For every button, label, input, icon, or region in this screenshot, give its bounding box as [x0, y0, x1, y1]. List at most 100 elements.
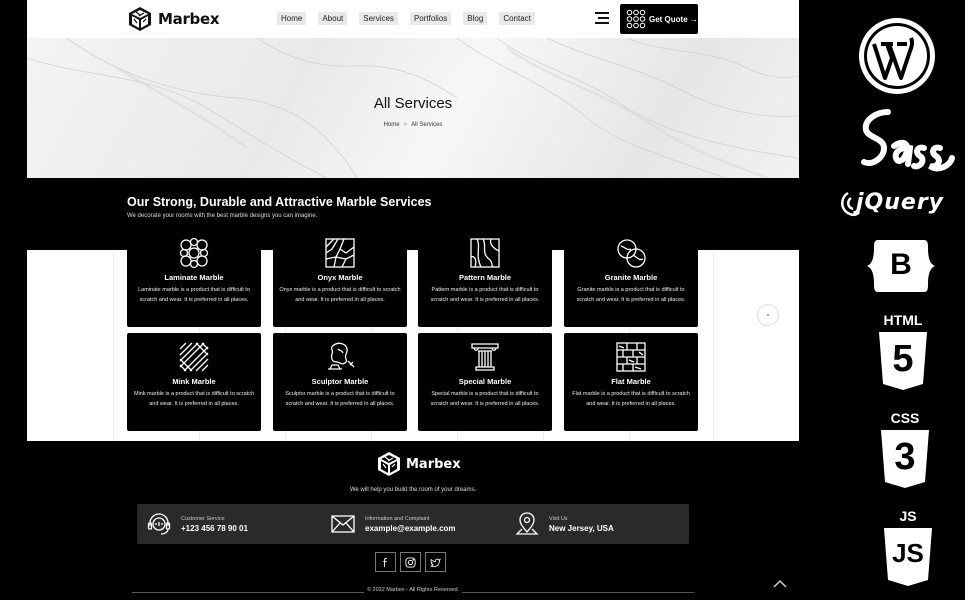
contact-label: Customer Service — [181, 515, 225, 522]
card-description: Special marble is a product that is diff… — [430, 391, 540, 407]
js-label: JS — [899, 508, 917, 524]
jquery-logo: jQuery — [838, 190, 958, 218]
nav-home[interactable]: Home — [277, 12, 307, 25]
css3-label: CSS — [890, 410, 920, 426]
contact-label: Visit Us — [549, 515, 568, 522]
sculptor-marble-icon — [328, 342, 355, 370]
service-card-mink[interactable]: Mink Marble Mink marble is a product tha… — [127, 333, 261, 431]
card-description: Onyx marble is a product that is difficu… — [279, 287, 401, 303]
marble-cube-logo-icon — [129, 7, 151, 31]
page-title: All Services — [373, 95, 453, 112]
website-preview: Marbex Home About Services Portfolios Bl… — [27, 0, 799, 600]
footer-brand-name: Marbex — [406, 456, 461, 472]
nav-about[interactable]: About — [318, 12, 348, 25]
hamburger-menu-icon[interactable] — [595, 12, 609, 24]
wordpress-logo — [857, 16, 937, 96]
page-hero: All Services Home > All Services — [27, 38, 799, 178]
breadcrumb-separator: > — [403, 122, 408, 128]
service-card-granite[interactable]: Granite Marble Granite marble is a produ… — [564, 229, 698, 327]
contact-value: New Jersey, USA — [549, 523, 614, 533]
granite-marble-icon — [617, 239, 646, 268]
contact-value: +123 456 78 90 01 — [181, 523, 248, 533]
js-digit: JS — [892, 538, 924, 568]
html5-digit: 5 — [892, 338, 914, 380]
headset-icon — [147, 513, 171, 535]
card-title: Laminate Marble — [164, 273, 224, 282]
contact-bar: Customer Service +123 456 78 90 01 Infor… — [137, 504, 689, 544]
service-card-flat[interactable]: Flat Marble Flat marble is a product tha… — [564, 333, 698, 431]
footer-logo[interactable]: Marbex — [376, 451, 461, 477]
breadcrumb: Home > All Services — [27, 122, 799, 128]
css3-logo: CSS 3 — [879, 410, 931, 490]
breadcrumb-current: All Services — [411, 122, 443, 128]
service-card-laminate[interactable]: Laminate Marble Laminate marble is a pro… — [127, 229, 261, 327]
breadcrumb-home[interactable]: Home — [384, 122, 400, 128]
nav-blog[interactable]: Blog — [463, 12, 488, 25]
bootstrap-logo: B — [866, 238, 936, 294]
wordpress-icon — [859, 18, 935, 94]
flat-marble-icon — [616, 342, 646, 372]
instagram-icon — [405, 556, 416, 568]
html5-label: HTML — [883, 312, 923, 328]
twitter-link[interactable] — [425, 552, 446, 572]
grid-divider — [713, 250, 714, 441]
card-title: Pattern Marble — [458, 273, 512, 282]
facebook-icon — [383, 557, 387, 567]
dots-grid-icon — [626, 9, 646, 29]
card-description: Flat marble is a product that is difficu… — [572, 391, 690, 407]
contact-label: Information and Complaint — [365, 515, 430, 522]
js-logo: JS JS — [882, 508, 934, 588]
card-title: Special Marble — [458, 377, 512, 386]
brand-logo[interactable]: Marbex — [127, 5, 220, 33]
brand-name: Marbex — [158, 10, 220, 28]
mink-marble-icon — [179, 342, 209, 372]
mail-icon — [331, 515, 355, 533]
card-title: Mink Marble — [172, 377, 216, 386]
pattern-marble-icon — [470, 238, 500, 268]
service-card-sculptor[interactable]: Sculptor Marble Sculptor marble is a pro… — [273, 333, 407, 431]
onyx-marble-icon — [325, 238, 355, 268]
laminate-marble-icon — [179, 237, 209, 269]
sass-logo — [858, 106, 956, 182]
bootstrap-letter: B — [890, 248, 912, 281]
main-menu: Home About Services Portfolios Blog Cont… — [277, 12, 535, 25]
card-title: Sculptor Marble — [311, 377, 369, 386]
css3-digit: 3 — [894, 436, 916, 478]
service-card-special[interactable]: Special Marble Special marble is a produ… — [418, 333, 552, 431]
instagram-link[interactable] — [400, 552, 421, 572]
card-title: Flat Marble — [611, 377, 651, 386]
nav-contact[interactable]: Contact — [499, 12, 535, 25]
services-title: Our Strong, Durable and Attractive Marbl… — [127, 195, 432, 209]
card-title: Onyx Marble — [317, 273, 363, 282]
facebook-link[interactable] — [375, 552, 396, 572]
sass-icon — [861, 109, 955, 172]
chevron-up-icon[interactable] — [773, 579, 787, 589]
nav-services[interactable]: Services — [359, 12, 398, 25]
html5-logo: HTML 5 — [877, 312, 929, 392]
slider-next-button[interactable] — [757, 304, 779, 326]
card-description: Laminate marble is a product that is dif… — [138, 287, 250, 303]
nav-portfolios[interactable]: Portfolios — [409, 12, 452, 25]
service-card-pattern[interactable]: Pattern Marble Pattern marble is a produ… — [418, 229, 552, 327]
contact-information[interactable]: Information and Complaint example@exampl… — [331, 504, 456, 544]
jquery-label: jQuery — [856, 190, 945, 215]
card-description: Mink marble is a product that is difficu… — [133, 391, 255, 407]
social-links — [375, 552, 446, 572]
copyright-text: © 2022 Marbex - All Rights Reserved. — [27, 587, 799, 593]
special-marble-icon — [471, 343, 499, 371]
card-title: Granite Marble — [604, 273, 658, 282]
card-description: Granite marble is a product that is diff… — [576, 287, 686, 303]
twitter-icon — [430, 557, 441, 567]
contact-visit-us[interactable]: Visit Us New Jersey, USA — [515, 504, 614, 544]
contact-value: example@example.com — [365, 523, 456, 533]
card-description: Pattern marble is a product that is diff… — [430, 287, 540, 303]
grid-divider — [113, 250, 114, 441]
map-pin-icon — [515, 512, 539, 535]
get-quote-button[interactable]: Get Quote → — [620, 4, 698, 34]
navbar: Marbex Home About Services Portfolios Bl… — [27, 0, 799, 38]
services-subtitle: We decorate your rooms with the best mar… — [127, 213, 318, 219]
get-quote-label: Get Quote → — [649, 14, 698, 24]
service-card-onyx[interactable]: Onyx Marble Onyx marble is a product tha… — [273, 229, 407, 327]
contact-customer-service[interactable]: Customer Service +123 456 78 90 01 — [147, 504, 248, 544]
card-description: Sculptor marble is a product that is dif… — [285, 391, 395, 407]
